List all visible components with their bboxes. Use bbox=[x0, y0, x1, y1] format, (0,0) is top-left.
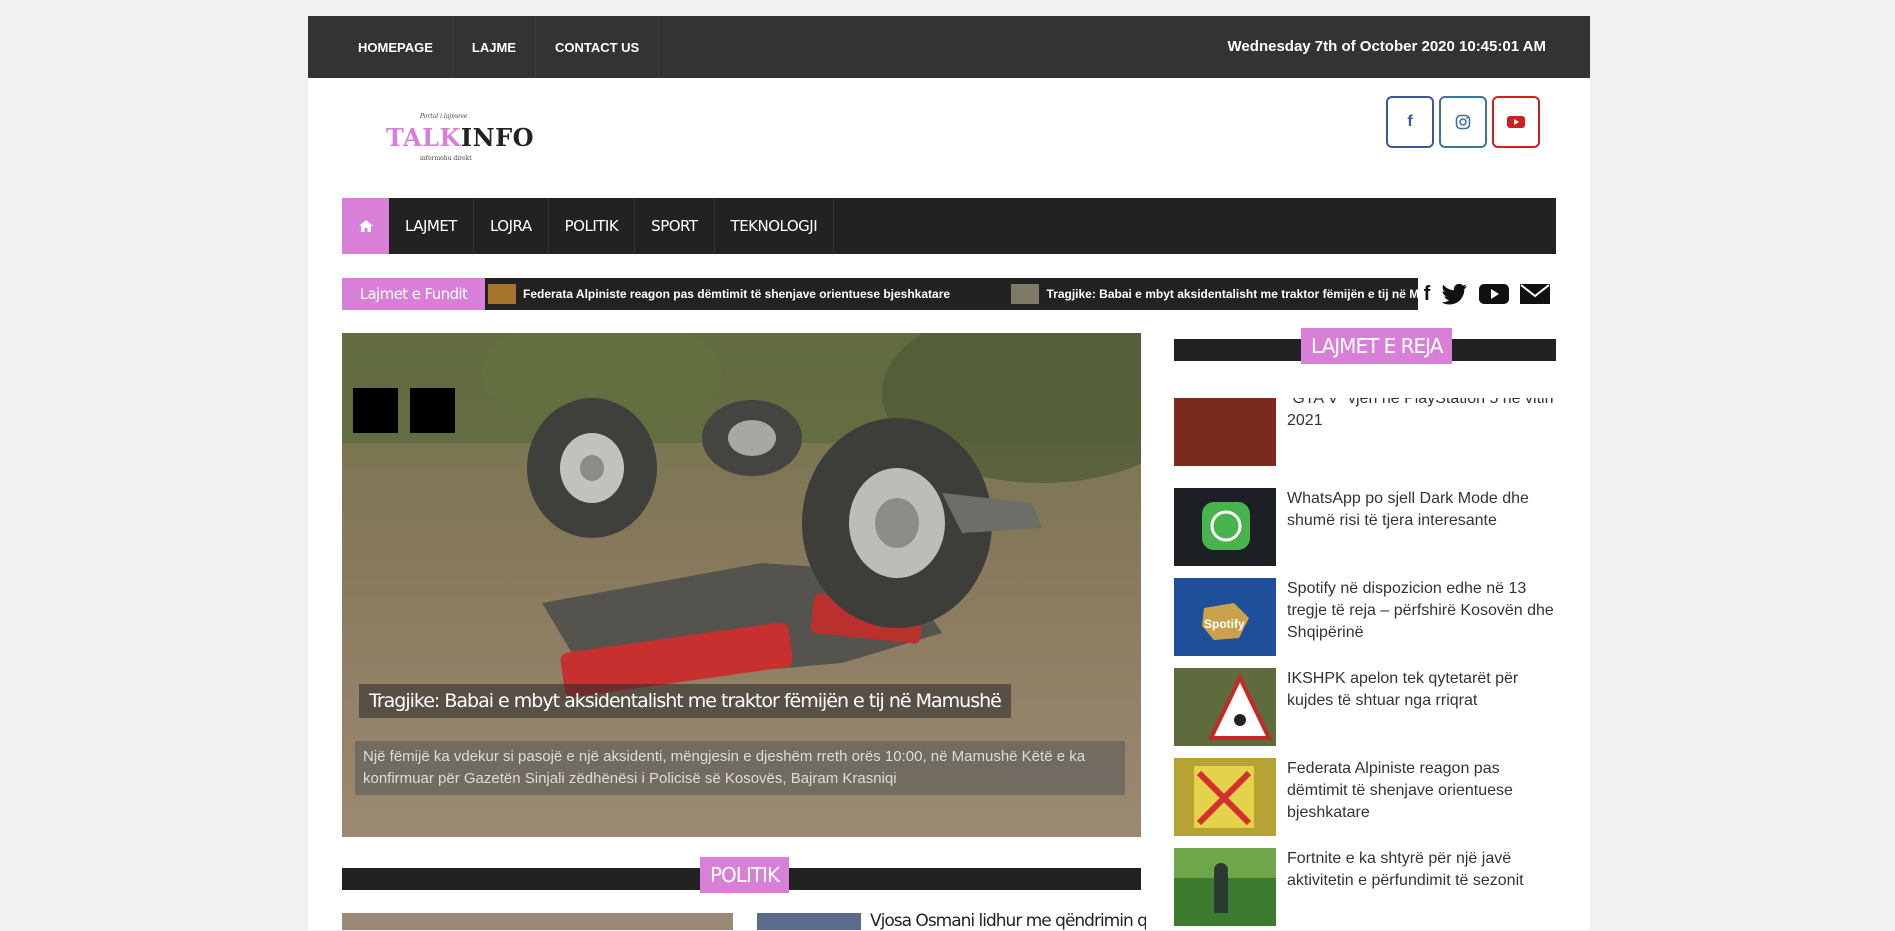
news-thumbnail bbox=[1174, 488, 1276, 566]
politik-article-title[interactable]: Vjosa Osmani lidhur me qëndrimin që do t… bbox=[870, 911, 1146, 931]
ticker-label: Lajmet e Fundit bbox=[342, 278, 485, 310]
instagram-icon bbox=[1455, 114, 1471, 130]
news-title[interactable]: Spotify në dispozicion edhe në 13 tregje… bbox=[1287, 578, 1556, 644]
youtube-button[interactable] bbox=[1492, 96, 1540, 148]
section-title-lajmet-e-reja[interactable]: LAJMET E REJA bbox=[1301, 328, 1453, 364]
main-nav-lajmet[interactable]: LAJMET bbox=[389, 198, 474, 254]
section-header-politik: POLITIK bbox=[342, 857, 1141, 893]
main-nav: LAJMET LOJRA POLITIK SPORT TEKNOLOGJI bbox=[342, 198, 1556, 254]
list-item[interactable]: Spotify Spotify në dispozicion edhe në 1… bbox=[1174, 578, 1556, 656]
news-thumbnail bbox=[1174, 758, 1276, 836]
list-item[interactable]: “GTA V” vjen në PlayStation 5 në vitin 2… bbox=[1174, 398, 1556, 466]
news-title[interactable]: WhatsApp po sjell Dark Mode dhe shumë ri… bbox=[1287, 488, 1556, 532]
section-header-lajmet-e-reja: LAJMET E REJA bbox=[1174, 328, 1556, 364]
svg-text:Spotify: Spotify bbox=[1204, 617, 1245, 631]
news-title[interactable]: “GTA V” vjen në PlayStation 5 në vitin 2… bbox=[1287, 398, 1556, 432]
news-thumbnail bbox=[1174, 398, 1276, 466]
slider-prev-button[interactable] bbox=[353, 388, 398, 433]
site-logo[interactable]: Portal i lajmeve TALKINFO informohu dire… bbox=[376, 113, 534, 173]
politik-article-thumbnail[interactable] bbox=[757, 913, 861, 930]
list-item[interactable]: IKSHPK apelon tek qytetarët për kujdes t… bbox=[1174, 668, 1556, 746]
ticker-track: Federata Alpiniste reagon pas dëmtimit t… bbox=[485, 278, 1422, 310]
current-datetime: Wednesday 7th of October 2020 10:45:01 A… bbox=[1227, 38, 1546, 55]
youtube-icon bbox=[1507, 116, 1525, 128]
news-title[interactable]: Fortnite e ka shtyrë për një javë aktivi… bbox=[1287, 848, 1556, 892]
main-nav-lojra[interactable]: LOJRA bbox=[474, 198, 549, 254]
featured-excerpt: Një fëmijë ka vdekur si pasojë e një aks… bbox=[355, 741, 1125, 795]
logo-name: TALKINFO bbox=[386, 123, 535, 152]
whatsapp-icon bbox=[1202, 502, 1250, 550]
home-icon bbox=[358, 220, 373, 232]
news-title[interactable]: IKSHPK apelon tek qytetarët për kujdes t… bbox=[1287, 668, 1556, 712]
twitter-icon[interactable] bbox=[1441, 283, 1468, 305]
main-nav-politik[interactable]: POLITIK bbox=[549, 198, 636, 254]
fortnite-scene-icon bbox=[1174, 848, 1276, 913]
news-title[interactable]: Federata Alpiniste reagon pas dëmtimit t… bbox=[1287, 758, 1556, 824]
ticker-item[interactable]: Tragjike: Babai e mbyt aksidentalisht me… bbox=[1011, 278, 1422, 310]
spotify-kosovo-icon: Spotify bbox=[1202, 603, 1249, 640]
ticker-thumbnail bbox=[488, 284, 516, 304]
news-thumbnail bbox=[1174, 668, 1276, 746]
slider-next-button[interactable] bbox=[410, 388, 455, 433]
top-nav-lajme[interactable]: LAJME bbox=[453, 16, 536, 78]
top-nav-contact-us[interactable]: CONTACT US bbox=[536, 16, 660, 78]
ticker-share-icons: f bbox=[1418, 278, 1556, 310]
list-item[interactable]: WhatsApp po sjell Dark Mode dhe shumë ri… bbox=[1174, 488, 1556, 566]
facebook-icon[interactable]: f bbox=[1424, 283, 1431, 306]
logo-tagline-top: Portal i lajmeve bbox=[420, 113, 468, 120]
news-thumbnail: Spotify bbox=[1174, 578, 1276, 656]
logo-tagline-bottom: informohu direkt bbox=[420, 155, 472, 162]
facebook-button[interactable]: f bbox=[1386, 96, 1434, 148]
page-container: HOMEPAGE LAJME CONTACT US Wednesday 7th … bbox=[308, 16, 1590, 931]
list-item[interactable]: Fortnite e ka shtyrë për një javë aktivi… bbox=[1174, 848, 1556, 926]
section-title-politik[interactable]: POLITIK bbox=[700, 857, 790, 893]
main-nav-teknologji[interactable]: TEKNOLOGJI bbox=[715, 198, 835, 254]
main-nav-sport[interactable]: SPORT bbox=[635, 198, 715, 254]
ticker-thumbnail bbox=[1011, 284, 1040, 304]
facebook-icon: f bbox=[1407, 113, 1413, 130]
news-thumbnail bbox=[1174, 848, 1276, 926]
latest-news-list: “GTA V” vjen në PlayStation 5 në vitin 2… bbox=[1174, 398, 1556, 930]
top-nav-homepage[interactable]: HOMEPAGE bbox=[339, 16, 453, 78]
news-ticker: Lajmet e Fundit Federata Alpiniste reago… bbox=[342, 278, 1556, 310]
politik-feature-image[interactable] bbox=[342, 913, 733, 930]
top-nav: HOMEPAGE LAJME CONTACT US bbox=[339, 16, 660, 78]
home-button[interactable] bbox=[342, 198, 389, 254]
warning-sign-icon bbox=[1207, 673, 1273, 740]
list-item[interactable]: Federata Alpiniste reagon pas dëmtimit t… bbox=[1174, 758, 1556, 836]
social-links: f bbox=[1386, 96, 1540, 148]
ticker-item[interactable]: Federata Alpiniste reagon pas dëmtimit t… bbox=[488, 278, 950, 310]
top-bar: HOMEPAGE LAJME CONTACT US Wednesday 7th … bbox=[308, 16, 1590, 78]
crossed-sign-icon bbox=[1194, 766, 1254, 828]
youtube-icon[interactable] bbox=[1478, 283, 1509, 305]
featured-slider[interactable]: Tragjike: Babai e mbyt aksidentalisht me… bbox=[342, 333, 1141, 837]
mail-icon[interactable] bbox=[1520, 283, 1551, 305]
featured-title[interactable]: Tragjike: Babai e mbyt aksidentalisht me… bbox=[359, 684, 1011, 718]
instagram-button[interactable] bbox=[1439, 96, 1487, 148]
